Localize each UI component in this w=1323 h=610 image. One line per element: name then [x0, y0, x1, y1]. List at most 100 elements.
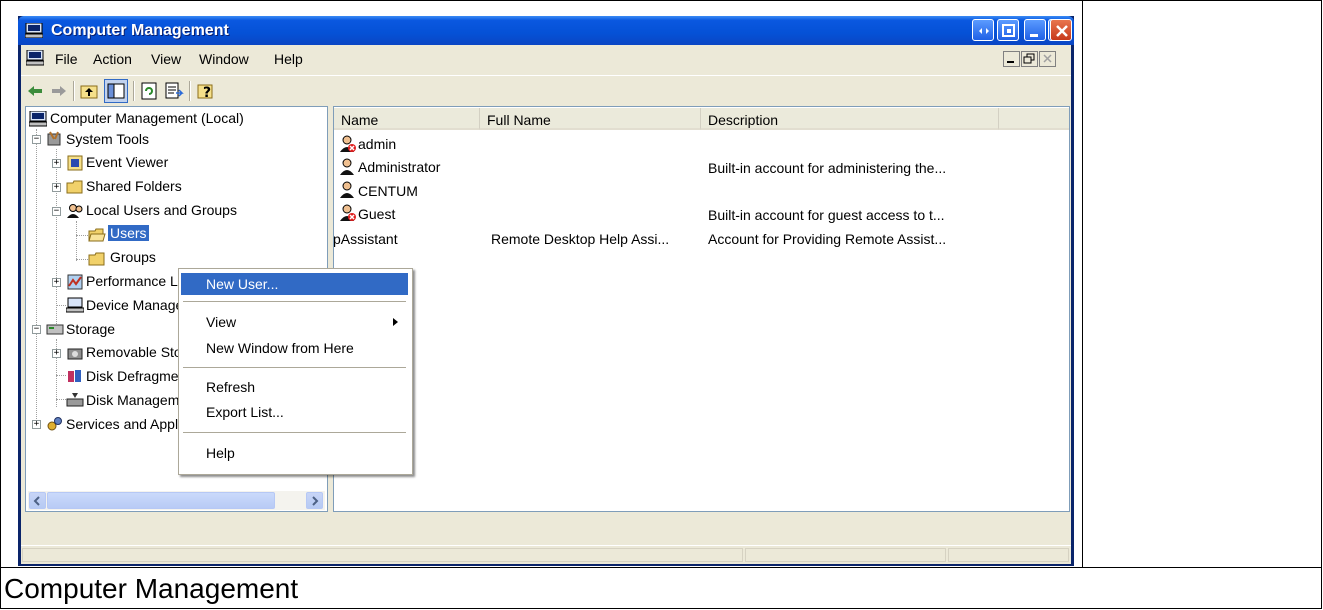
user-name: Administrator [358, 159, 441, 175]
status-panel [22, 548, 743, 562]
column-header-description[interactable]: Description [701, 108, 999, 130]
user-full-name: Remote Desktop Help Assi... [491, 231, 670, 247]
close-icon [1043, 54, 1052, 63]
menu-view[interactable]: View [151, 51, 181, 67]
column-header-full-name[interactable]: Full Name [480, 108, 701, 130]
removable-storage-icon [67, 348, 83, 360]
extra-arrows-button[interactable] [972, 19, 994, 41]
computer-management-window: Computer Management File Action View Win… [18, 16, 1074, 566]
menu-item-label: View [206, 314, 237, 330]
user-name: admin [358, 136, 397, 152]
user-description: Account for Providing Remote Assist... [708, 231, 947, 247]
chevron-right-icon [312, 496, 319, 506]
arrows-icon [979, 28, 989, 34]
performance-icon [67, 274, 83, 290]
collapse-icon[interactable]: − [52, 207, 61, 216]
shared-folder-icon [66, 180, 83, 194]
menu-item-new-window[interactable]: New Window from Here [181, 337, 408, 359]
mdi-close-button[interactable] [1039, 51, 1056, 67]
show-hide-tree-button[interactable] [104, 79, 128, 103]
user-description: Built-in account for guest access to t..… [708, 207, 945, 223]
toolbar-separator [189, 81, 191, 101]
menu-item-view[interactable]: View [181, 311, 408, 333]
back-arrow-icon[interactable] [25, 81, 45, 101]
tree-item-storage[interactable]: Storage [66, 321, 115, 337]
tree-line [56, 305, 66, 306]
forward-arrow-icon[interactable] [49, 81, 69, 101]
expand-icon[interactable]: + [52, 183, 61, 192]
tree-item-root[interactable]: Computer Management (Local) [50, 110, 244, 126]
tree-line [56, 375, 66, 376]
status-panel [948, 548, 1069, 562]
horizontal-scrollbar[interactable] [28, 491, 325, 510]
tree-item-local-users-groups[interactable]: Local Users and Groups [86, 202, 237, 218]
scroll-right-button[interactable] [306, 492, 323, 509]
minimize-icon [1007, 61, 1014, 63]
window-swap-icon [1002, 24, 1015, 37]
chevron-left-icon [33, 496, 40, 506]
tree-line [76, 221, 77, 261]
mdi-restore-button[interactable] [1021, 51, 1038, 67]
tree-item-device-manager[interactable]: Device Manager [86, 297, 188, 313]
toolbar: ? [21, 75, 1071, 106]
tree-line [56, 399, 66, 400]
refresh-icon[interactable] [139, 81, 159, 101]
tree-item-groups[interactable]: Groups [110, 249, 156, 265]
menu-item-label: Refresh [206, 379, 256, 395]
mdi-minimize-button[interactable] [1003, 51, 1020, 67]
disabled-user-icon [340, 135, 356, 152]
menu-window[interactable]: Window [199, 51, 249, 67]
tree-item-shared-folders[interactable]: Shared Folders [86, 178, 182, 194]
details-list-pane: Name Full Name Description admin Adminis… [333, 106, 1070, 512]
help-icon[interactable]: ? [196, 81, 216, 101]
computer-icon [29, 111, 47, 127]
user-name: HelpAssistant [333, 231, 398, 247]
frame-divider-horizontal [0, 567, 1322, 568]
computer-icon [25, 23, 43, 38]
expand-icon[interactable]: + [52, 278, 61, 287]
title-bar[interactable]: Computer Management [18, 16, 1074, 45]
console-icon[interactable] [26, 50, 44, 66]
export-list-icon[interactable] [164, 81, 184, 101]
user-description: Built-in account for administering the..… [708, 160, 947, 176]
menu-item-export-list[interactable]: Export List... [181, 401, 408, 423]
menu-item-label: Export List... [206, 404, 284, 420]
tree-line [76, 259, 88, 260]
menu-help[interactable]: Help [274, 51, 303, 67]
menu-item-new-user[interactable]: New User... [181, 273, 408, 295]
menu-action[interactable]: Action [93, 51, 132, 67]
menu-item-refresh[interactable]: Refresh [181, 376, 408, 398]
expand-icon[interactable]: + [52, 349, 61, 358]
expand-icon[interactable]: + [52, 159, 61, 168]
status-panel [745, 548, 946, 562]
expand-icon[interactable]: + [32, 420, 41, 429]
extra-window-button[interactable] [997, 19, 1019, 41]
collapse-icon[interactable]: − [32, 135, 41, 144]
minimize-button[interactable] [1024, 19, 1046, 41]
menu-item-label: New Window from Here [206, 340, 354, 356]
scroll-left-button[interactable] [29, 492, 46, 509]
disk-management-icon [66, 393, 84, 407]
context-menu: New User... View New Window from Here Re… [178, 268, 413, 475]
services-icon [47, 417, 62, 431]
scrollbar-thumb[interactable] [47, 492, 275, 509]
user-name: CENTUM [358, 183, 418, 199]
menu-file[interactable]: File [55, 51, 78, 67]
close-button[interactable] [1050, 19, 1072, 41]
frame-divider-vertical [1082, 0, 1083, 568]
menu-bar: File Action View Window Help [21, 45, 1071, 75]
toolbar-separator [73, 81, 75, 101]
menu-item-help[interactable]: Help [181, 442, 408, 464]
svg-text:?: ? [203, 85, 211, 101]
tree-line [76, 235, 88, 236]
tree-item-system-tools[interactable]: System Tools [66, 131, 149, 147]
figure-caption: Computer Management [4, 573, 299, 604]
tree-item-event-viewer[interactable]: Event Viewer [86, 154, 168, 170]
tree-item-users[interactable]: Users [108, 225, 149, 241]
up-one-level-icon[interactable] [79, 81, 99, 101]
column-header-name[interactable]: Name [334, 108, 480, 130]
tree-line [36, 129, 37, 419]
collapse-icon[interactable]: − [32, 325, 41, 334]
menu-item-label: New User... [206, 276, 279, 292]
column-header-empty [999, 108, 1069, 130]
